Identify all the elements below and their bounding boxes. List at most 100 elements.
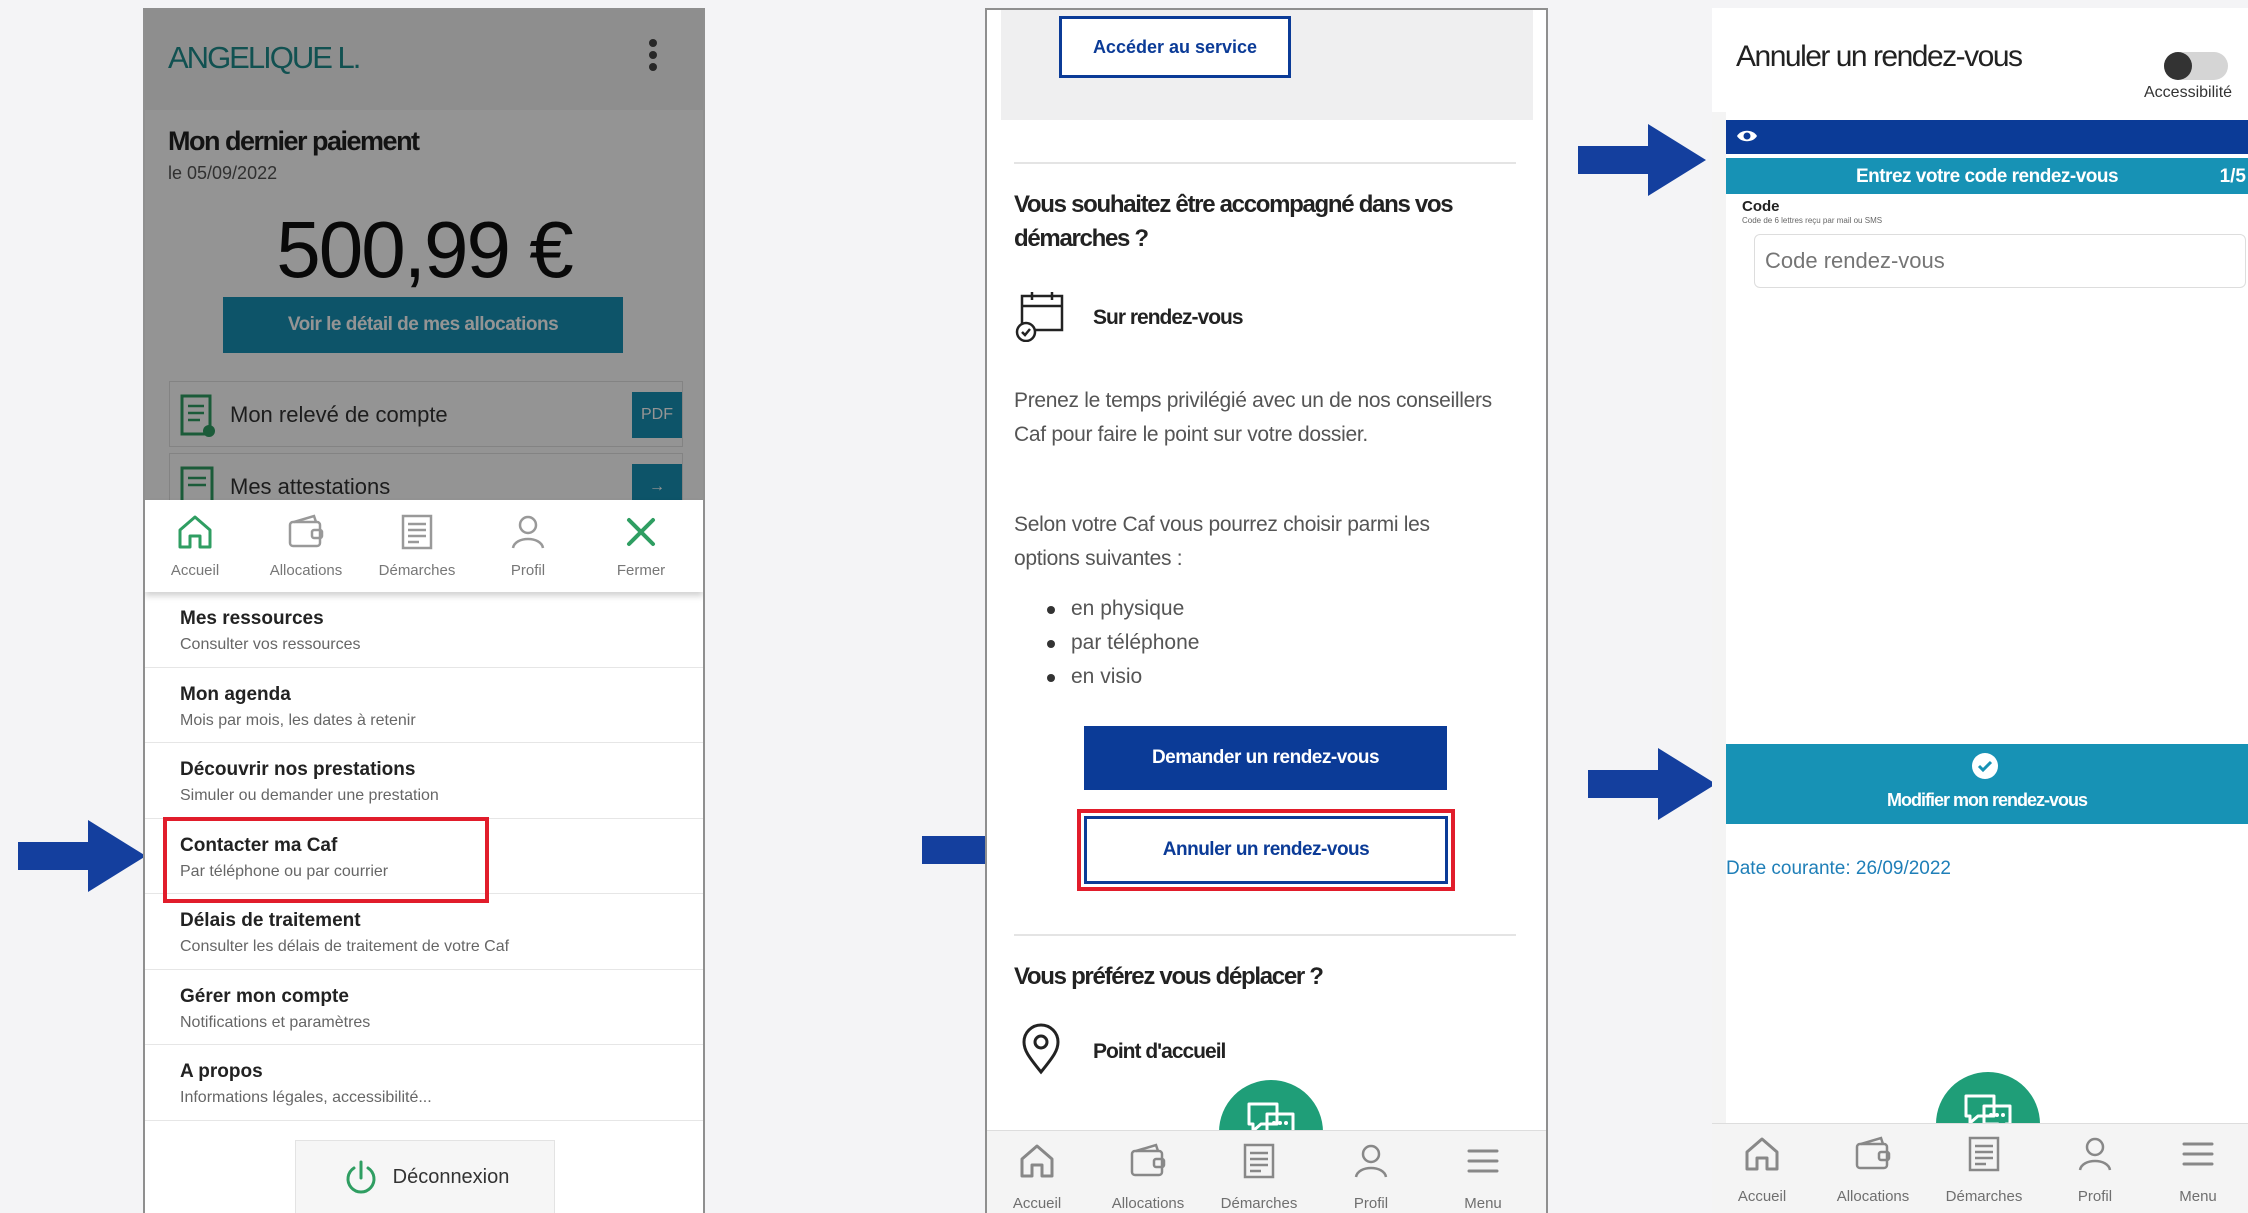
appointment-label: Sur rendez-vous: [1093, 306, 1244, 329]
highlight-frame: [163, 817, 489, 903]
nav-allocations[interactable]: Allocations: [1823, 1124, 1923, 1213]
power-icon: [346, 1160, 376, 1193]
menu-item-delais[interactable]: Délais de traitement Consulter les délais…: [145, 894, 703, 970]
nav-profil[interactable]: Profil: [1321, 1131, 1421, 1213]
list-item: en visio: [1047, 660, 1199, 694]
appointment-code-input[interactable]: [1754, 234, 2246, 288]
nav-label: Démarches: [378, 562, 456, 579]
nav-label: Menu: [1464, 1195, 1502, 1212]
menu-item-title: Délais de traitement: [180, 910, 361, 931]
logout-button[interactable]: Déconnexion: [295, 1140, 555, 1213]
nav-label: Profil: [510, 562, 546, 579]
menu-top-nav: Accueil Allocations Démarches Profil Fer…: [145, 500, 703, 592]
options-list: en physique par téléphone en visio: [1047, 592, 1199, 694]
screen-demarches: Accéder au service Vous souhaitez être a…: [985, 8, 1548, 1213]
profile-icon: [2075, 1134, 2115, 1174]
menu-item-title: Mon agenda: [180, 683, 291, 705]
cancel-appointment-button[interactable]: Annuler un rendez-vous: [1077, 809, 1455, 891]
nav-demarches[interactable]: Démarches: [1934, 1124, 2034, 1213]
nav-profil[interactable]: Profil: [478, 500, 578, 592]
step-title: Entrez votre code rendez-vous: [1855, 166, 2119, 187]
menu-item-ressources[interactable]: Mes ressources Consulter vos ressources: [145, 592, 703, 668]
nav-accueil[interactable]: Accueil: [145, 500, 245, 592]
request-appointment-button[interactable]: Demander un rendez-vous: [1084, 726, 1447, 790]
document-icon: [1964, 1134, 2004, 1174]
accessibility-label: Accessibilité: [2144, 84, 2233, 101]
nav-label: Accueil: [170, 562, 220, 579]
menu-item-subtitle: Mois par mois, les dates à retenir: [180, 711, 416, 729]
checkmark-icon: [1972, 753, 1998, 779]
logout-label: Déconnexion: [392, 1166, 510, 1188]
menu-item-subtitle: Informations légales, accessibilité...: [180, 1089, 432, 1106]
wallet-icon: [1853, 1134, 1893, 1174]
wallet-icon: [1128, 1141, 1168, 1181]
home-icon: [175, 512, 215, 552]
appointment-description: Prenez le temps privilégié avec un de no…: [1014, 389, 1492, 446]
appointment-form: Entrez votre code rendez-vous 1/5 Code C…: [1726, 112, 2248, 1142]
nav-label: Profil: [1353, 1195, 1389, 1212]
nav-demarches[interactable]: Démarches: [1209, 1131, 1309, 1213]
nav-label: Allocations: [269, 562, 343, 579]
menu-icon: [2178, 1134, 2218, 1174]
nav-label: Accueil: [1737, 1188, 1787, 1205]
list-item: en physique: [1047, 592, 1199, 626]
move-heading: Vous préférez vous déplacer ?: [1014, 963, 1324, 990]
nav-label: Démarches: [1220, 1195, 1298, 1212]
modify-button-label: Modifier mon rendez-vous: [1886, 790, 2088, 810]
nav-fermer[interactable]: Fermer: [591, 500, 691, 592]
options-intro: Selon votre Caf vous pourrez choisir par…: [1014, 513, 1430, 570]
side-gutter: [1712, 112, 1726, 1142]
menu-item-subtitle: Notifications et paramètres: [180, 1013, 371, 1031]
menu-item-compte[interactable]: Gérer mon compte Notifications et paramèt…: [145, 970, 703, 1045]
home-icon: [1017, 1141, 1057, 1181]
arrow-indicator-icon: [1578, 124, 1706, 196]
document-icon: [1239, 1141, 1279, 1181]
accessibility-toggle[interactable]: [2164, 52, 2228, 80]
nav-profil[interactable]: Profil: [2045, 1124, 2145, 1213]
accompany-heading: Vous souhaitez être accompagné dans vos …: [1014, 191, 1454, 252]
menu-icon: [1463, 1141, 1503, 1181]
divider: [1014, 934, 1516, 936]
screen-cancel-appointment: Annuler un rendez-vous Accessibilité Ent…: [1712, 8, 2248, 1213]
profile-icon: [1351, 1141, 1391, 1181]
nav-label: Fermer: [616, 562, 666, 579]
calendar-check-icon: [1015, 292, 1064, 342]
nav-demarches[interactable]: Démarches: [367, 500, 467, 592]
menu-item-subtitle: Consulter les délais de traitement de vo…: [180, 938, 510, 955]
overlay-scrim[interactable]: [145, 10, 703, 500]
menu-item-prestations[interactable]: Découvrir nos prestations Simuler ou dema…: [145, 743, 703, 819]
screen-menu: ANGELIQUE L. Mon dernier paiement le 05/…: [143, 8, 705, 1213]
step-header: Entrez votre code rendez-vous 1/5: [1726, 158, 2248, 194]
access-service-button[interactable]: Accéder au service: [1059, 16, 1291, 78]
code-label: Code: [1742, 198, 1780, 215]
bottom-nav: Accueil Allocations Démarches Profil Men…: [987, 1130, 1546, 1213]
current-date: Date courante: 26/09/2022: [1726, 858, 1952, 879]
nav-allocations[interactable]: Allocations: [256, 500, 356, 592]
menu-item-apropos[interactable]: A propos Informations légales, accessibil…: [145, 1045, 703, 1121]
code-hint: Code de 6 lettres reçu par mail ou SMS: [1742, 216, 1883, 225]
location-pin-icon: [1022, 1023, 1060, 1075]
eye-icon[interactable]: [1736, 127, 1758, 145]
nav-accueil[interactable]: Accueil: [987, 1131, 1087, 1213]
nav-accueil[interactable]: Accueil: [1712, 1124, 1812, 1213]
arrow-indicator-icon: [18, 820, 146, 892]
menu-item-subtitle: Simuler ou demander une prestation: [180, 787, 439, 804]
page-header: Annuler un rendez-vous Accessibilité: [1712, 8, 2248, 112]
step-counter: 1/5: [2219, 166, 2246, 187]
nav-menu[interactable]: Menu: [1433, 1131, 1533, 1213]
nav-menu[interactable]: Menu: [2148, 1124, 2248, 1213]
menu-item-subtitle: Consulter vos ressources: [180, 636, 361, 653]
nav-label: Accueil: [1012, 1195, 1062, 1212]
profile-icon: [508, 512, 548, 552]
menu-item-agenda[interactable]: Mon agenda Mois par mois, les dates à ret…: [145, 668, 703, 743]
page-title: Annuler un rendez-vous: [1736, 40, 2023, 73]
nav-label: Allocations: [1836, 1188, 1910, 1205]
nav-label: Menu: [2179, 1188, 2217, 1205]
home-icon: [1742, 1134, 1782, 1174]
document-icon: [397, 512, 437, 552]
modify-appointment-button[interactable]: Modifier mon rendez-vous: [1726, 744, 2248, 824]
nav-label: Profil: [2077, 1188, 2113, 1205]
bottom-nav: Accueil Allocations Démarches Profil Men…: [1712, 1123, 2248, 1213]
nav-allocations[interactable]: Allocations: [1098, 1131, 1198, 1213]
menu-item-title: Découvrir nos prestations: [180, 759, 416, 780]
